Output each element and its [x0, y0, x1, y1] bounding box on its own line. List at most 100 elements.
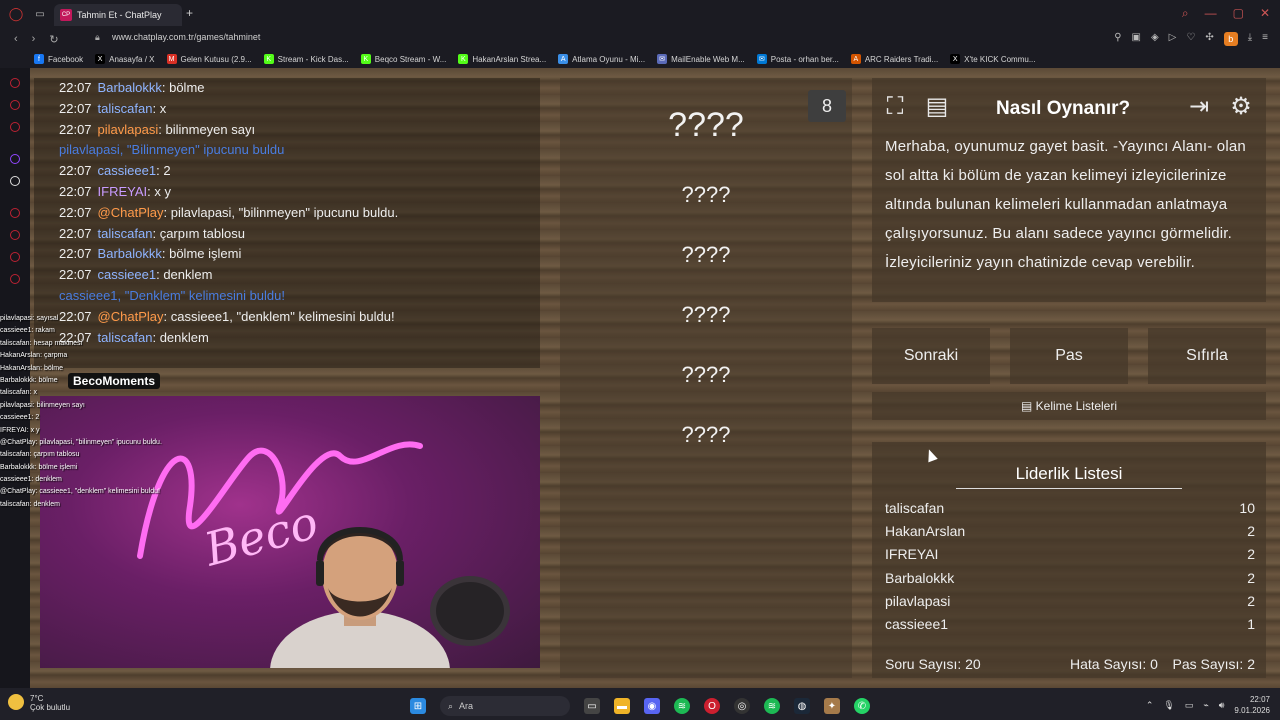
leaderboard-title: Liderlik Listesi [1015, 464, 1123, 483]
extension-b-icon[interactable]: b [1223, 32, 1238, 46]
bookmark-item[interactable]: ✉ Posta - orhan ber... [756, 54, 839, 64]
play-icon[interactable]: ▷ [1169, 32, 1177, 46]
heart-icon[interactable]: ♡ [1186, 32, 1195, 46]
game-icon[interactable]: ✦ [824, 698, 840, 714]
microphone-icon[interactable]: 🎙︎ [1163, 700, 1174, 711]
weather-temp: 7°C [30, 694, 44, 703]
chat-message: 22:07 cassieee1: denklem [59, 267, 212, 282]
chat-username: Barbalokkk [97, 246, 162, 262]
file-explorer-icon[interactable]: ▬ [614, 698, 630, 714]
opera-icon[interactable]: O [704, 698, 720, 714]
bookmark-item[interactable]: A ARC Raiders Tradi... [850, 54, 939, 64]
bookmark-icon: X [95, 54, 106, 64]
gear-icon[interactable]: ⚙ [1226, 92, 1256, 122]
whatsapp-icon[interactable]: ✆ [854, 698, 870, 714]
spotify-icon[interactable]: ≋ [674, 698, 690, 714]
bookmark-icon: K [263, 54, 274, 64]
minimize-icon[interactable]: — [1205, 6, 1217, 21]
volume-icon[interactable]: 🔊︎ [1219, 700, 1225, 711]
logout-icon[interactable]: ⇥ [1184, 92, 1214, 122]
download-icon[interactable]: ⤓ [1248, 32, 1252, 46]
chat-text: pilavlapasi, "bilinmeyen" ipucunu buldu. [170, 204, 399, 220]
discord-icon[interactable]: ◉ [644, 698, 660, 714]
forward-icon[interactable]: › [32, 33, 36, 45]
player-name: taliscafan [885, 500, 945, 516]
tab-menu-icon[interactable]: ▭ [32, 6, 48, 22]
display-icon[interactable]: ▭ [1185, 700, 1194, 711]
chat-username: cassieee1 [97, 267, 157, 283]
chat-username: cassieee1 [97, 163, 157, 179]
reload-icon[interactable]: ↻ [49, 33, 58, 46]
next-button[interactable]: Sonraki [872, 328, 990, 384]
bookmark-item[interactable]: K Stream - Kick Das... [263, 54, 349, 64]
bookmark-item[interactable]: K Beqco Stream - W... [360, 54, 446, 64]
bookmark-item[interactable]: A Atlama Oyunu - Mi... [558, 54, 645, 64]
menu-icon[interactable]: ≡ [1262, 32, 1268, 46]
back-icon[interactable]: ‹ [14, 33, 18, 45]
obs-icon[interactable]: ◎ [734, 698, 750, 714]
taskbar-apps: ⊞ ⌕ Ara ▭ ▬ ◉ ≋ O ◎ ≋ ◍ ✦ ✆ [410, 696, 870, 716]
close-icon[interactable]: ✕ [1260, 6, 1270, 21]
tab-active[interactable]: CP Tahmin Et - ChatPlay [54, 4, 182, 26]
pass-button[interactable]: Pas [1010, 328, 1128, 384]
opera-logo-icon[interactable]: ◯ [8, 6, 24, 22]
bookmark-item[interactable]: X Anasayfa / X [95, 54, 155, 64]
stream-overlay-chat: pilavlapasi: sayısal cassieee1: rakam tali… [0, 315, 210, 513]
chat-message: 22:07 IFREYAI: x y [59, 184, 171, 199]
word-lists-label: Kelime Listeleri [1035, 399, 1118, 413]
weather-widget[interactable]: 7°C Çok bulutlu [8, 694, 70, 712]
bookmark-item[interactable]: ✉ MailEnable Web M... [657, 54, 745, 64]
windows-start-icon[interactable]: ⊞ [410, 698, 426, 714]
word-lists-button[interactable]: ▤ Kelime Listeleri [872, 392, 1266, 420]
maximize-icon[interactable]: ▢ [1233, 6, 1244, 21]
bookmark-label: ARC Raiders Tradi... [864, 54, 939, 64]
snapshot-icon[interactable]: ▣ [1132, 32, 1141, 46]
player-score: 2 [1247, 592, 1255, 609]
taskbar-search[interactable]: ⌕ Ara [440, 696, 570, 716]
settings-icon[interactable] [10, 274, 20, 284]
bookmark-item[interactable]: f Facebook [34, 54, 83, 64]
chat-message: 22:07 pilavlapasi: bilinmeyen sayı [59, 122, 255, 137]
chat-text: x [159, 100, 167, 116]
chat-message: 22:07 @ChatPlay: pilavlapasi, "bilinmeyen… [59, 205, 398, 220]
bookmark-item[interactable]: K HakanArslan Strea... [458, 54, 546, 64]
pin-icon[interactable]: ⚲ [1114, 32, 1121, 46]
player-name: HakanArslan [885, 523, 966, 540]
bookmark-item[interactable]: X X'te KICK Commu... [950, 54, 1036, 64]
sidebar-icon[interactable] [10, 78, 20, 88]
leaderboard-row: IFREYAI 2 [885, 546, 1255, 562]
task-view-icon[interactable]: ▭ [584, 698, 600, 714]
shield-icon[interactable]: ◈ [1151, 32, 1159, 46]
clock[interactable]: 22:07 9.01.2026 [1234, 694, 1270, 716]
chat-message: 22:07 cassieee1: 2 [59, 163, 171, 178]
sidebar-icon[interactable] [10, 122, 20, 132]
spotify-icon[interactable]: ≋ [764, 698, 780, 714]
search-icon[interactable]: ⌕ [1182, 6, 1189, 21]
steam-icon[interactable]: ◍ [794, 698, 810, 714]
url-field[interactable]: www.chatplay.com.tr/games/tahminet [112, 32, 260, 42]
bookmark-icon: A [850, 54, 861, 64]
chat-time: 22:07 [59, 225, 92, 241]
chat-username: IFREYAI [97, 184, 148, 199]
notes-icon[interactable]: ▤ [922, 92, 952, 122]
network-icon[interactable]: ⌁ [1203, 700, 1208, 711]
x-icon[interactable] [10, 176, 20, 186]
sidebar-icon[interactable] [10, 208, 20, 218]
player-name: IFREYAI [885, 546, 939, 563]
new-tab-icon[interactable]: + [186, 6, 193, 20]
chat-username: taliscafan [97, 225, 153, 241]
leaderboard-row: Barbalokkk 2 [885, 570, 1255, 586]
search-placeholder: Ara [459, 701, 474, 711]
fullscreen-icon[interactable]: ⛶ [880, 92, 910, 122]
leaderboard-row: cassieee1 1 [885, 616, 1255, 632]
sidebar-icon[interactable] [10, 100, 20, 110]
bookmark-item[interactable]: M Gelen Kutusu (2.9... [166, 54, 252, 64]
reset-button[interactable]: Sıfırla [1148, 328, 1266, 384]
sidebar-icon[interactable] [10, 252, 20, 262]
sidebar-icon[interactable] [10, 230, 20, 240]
twitch-icon[interactable] [10, 154, 20, 164]
tab-favicon: CP [60, 9, 72, 21]
chevron-up-icon[interactable]: ⌃ [1146, 700, 1154, 711]
puzzle-icon[interactable]: ✣ [1205, 32, 1213, 46]
control-panel: ⛶ ▤ Nasıl Oynanır? ⇥ ⚙ Merhaba, oyunumuz… [872, 78, 1276, 678]
